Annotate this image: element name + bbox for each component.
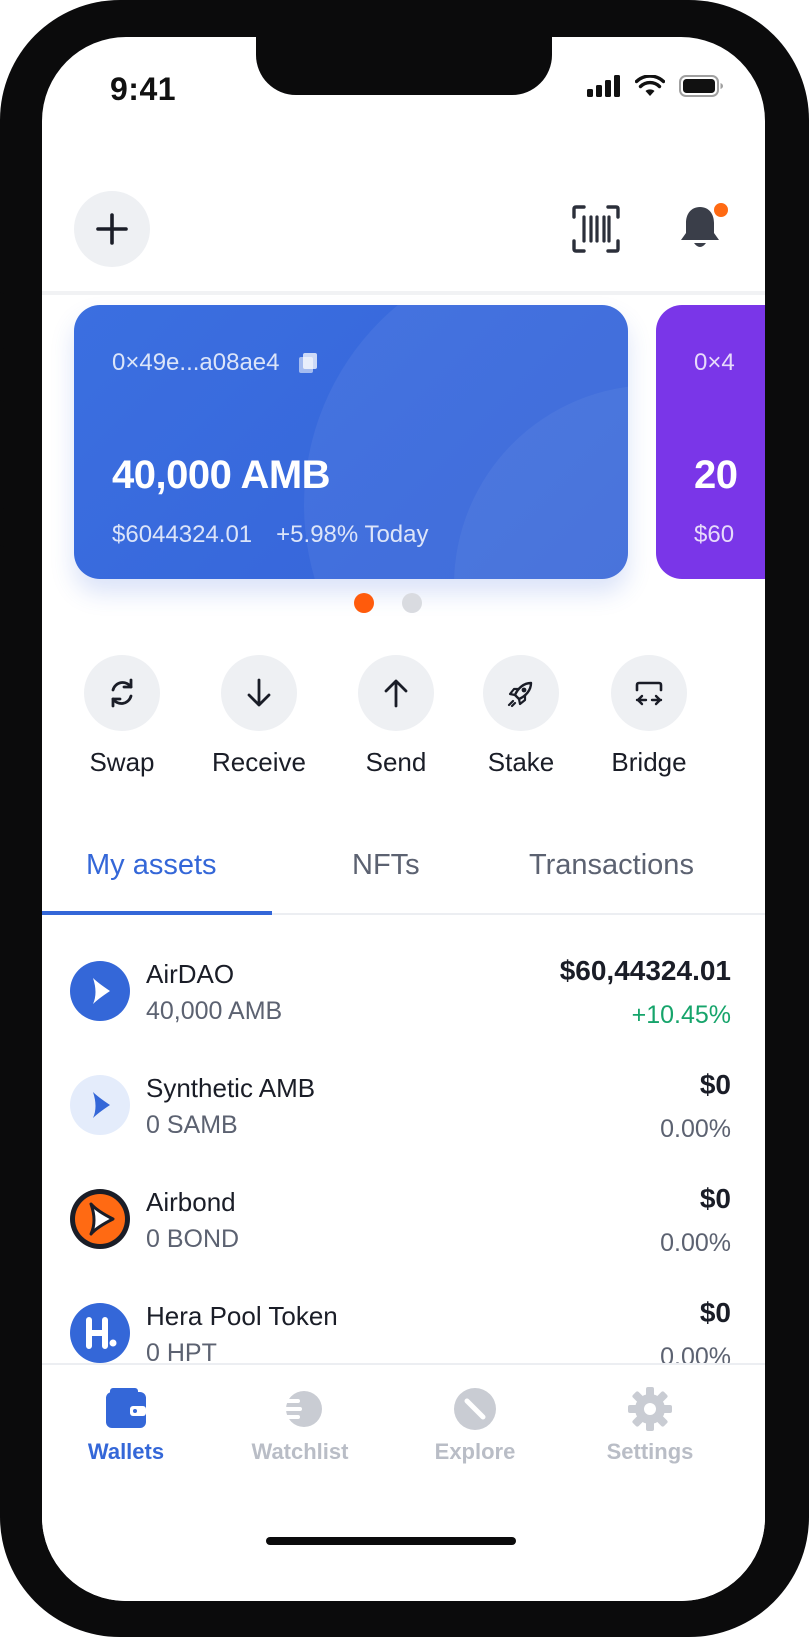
airbond-icon — [70, 1189, 130, 1249]
asset-value: $0 — [699, 1183, 731, 1214]
plus-icon — [96, 213, 128, 245]
nav-explore[interactable]: Explore — [405, 1385, 545, 1465]
tab-transactions[interactable]: Transactions — [529, 849, 694, 882]
wallet-usd-value: $6044324.01 — [112, 521, 253, 548]
send-label: Send — [365, 747, 427, 777]
asset-name: Hera Pool Token — [146, 1301, 338, 1331]
asset-name: Synthetic AMB — [146, 1073, 316, 1103]
carousel-dot-active[interactable] — [354, 593, 374, 613]
asset-value: $0 — [699, 1297, 731, 1328]
wallet-usd-value: $60 — [694, 521, 735, 548]
stake-button[interactable]: Stake — [461, 655, 581, 778]
header — [42, 145, 765, 295]
status-icons — [587, 75, 725, 97]
wallet-balance: 20 — [694, 453, 738, 497]
bridge-label: Bridge — [611, 747, 687, 777]
bridge-icon — [635, 681, 663, 706]
swap-button[interactable]: Swap — [62, 655, 182, 778]
send-button[interactable]: Send — [336, 655, 456, 778]
scan-button[interactable] — [570, 203, 622, 255]
explore-icon — [451, 1385, 499, 1433]
rocket-icon — [507, 681, 533, 708]
asset-row[interactable]: AirDAO 40,000 AMB $60,44324.01 +10.45% — [42, 949, 765, 1059]
signal-icon — [587, 75, 620, 97]
wallet-card-second[interactable]: 0×4 20 $60 — [656, 305, 765, 579]
wallet-sub: $60 — [694, 521, 734, 549]
screen: 9:41 0×49e...a08ae4 40,000 AMB $6044324.… — [42, 37, 765, 1601]
nav-explore-label: Explore — [434, 1439, 516, 1464]
carousel-dots — [354, 593, 422, 613]
stake-label: Stake — [487, 747, 555, 777]
nav-watchlist-label: Watchlist — [251, 1439, 349, 1464]
nav-wallets-label: Wallets — [87, 1439, 165, 1464]
wifi-icon — [635, 75, 665, 96]
asset-value: $0 — [699, 1069, 731, 1100]
silent-switch — [0, 292, 4, 350]
wallet-icon — [102, 1385, 150, 1433]
nav-settings-label: Settings — [606, 1439, 694, 1464]
nav-settings[interactable]: Settings — [580, 1385, 720, 1465]
notch — [256, 37, 552, 95]
asset-tabs: My assets NFTs Transactions — [42, 845, 765, 915]
phone-frame: 9:41 0×49e...a08ae4 40,000 AMB $6044324.… — [0, 0, 809, 1637]
asset-change: 0.00% — [660, 1229, 731, 1257]
swap-label: Swap — [89, 747, 155, 777]
bottom-nav: Wallets Watchlist Explore Settings — [42, 1363, 765, 1601]
swap-icon — [111, 678, 133, 708]
airdao-icon — [70, 961, 130, 1021]
volume-up-button — [0, 400, 4, 510]
asset-amount: 0 BOND — [146, 1225, 240, 1253]
asset-amount: 40,000 AMB — [146, 997, 283, 1025]
battery-icon — [679, 75, 723, 97]
bridge-button[interactable]: Bridge — [589, 655, 709, 778]
wallet-card[interactable]: 0×49e...a08ae4 40,000 AMB $6044324.01 +5… — [74, 305, 628, 579]
receive-button[interactable]: Receive — [199, 655, 319, 778]
watchlist-icon — [276, 1385, 324, 1433]
swap-circle — [84, 655, 160, 731]
hera-pool-icon — [70, 1303, 130, 1363]
receive-label: Receive — [212, 747, 306, 777]
asset-change: +10.45% — [631, 1001, 731, 1029]
copy-icon[interactable] — [298, 352, 318, 374]
add-wallet-button[interactable] — [74, 191, 150, 267]
wallet-change: +5.98% Today — [276, 521, 429, 548]
asset-name: AirDAO — [146, 959, 235, 989]
tab-my-assets[interactable]: My assets — [86, 849, 217, 882]
home-indicator[interactable] — [266, 1537, 516, 1545]
stake-circle — [483, 655, 559, 731]
wallet-balance: 40,000 AMB — [112, 453, 331, 497]
barcode-scan-icon — [572, 205, 620, 253]
receive-circle — [221, 655, 297, 731]
asset-name: Airbond — [146, 1187, 236, 1217]
volume-down-button — [0, 545, 4, 655]
wallet-address-text: 0×49e...a08ae4 — [112, 349, 280, 376]
notification-badge — [712, 201, 730, 219]
gear-icon — [626, 1385, 674, 1433]
send-circle — [358, 655, 434, 731]
active-tab-indicator — [42, 911, 272, 915]
nav-watchlist[interactable]: Watchlist — [230, 1385, 370, 1465]
status-time: 9:41 — [110, 71, 177, 107]
asset-amount: 0 SAMB — [146, 1111, 238, 1139]
wallet-address-text: 0×4 — [694, 349, 735, 376]
power-button — [805, 430, 809, 600]
asset-value: $60,44324.01 — [559, 955, 731, 986]
notifications-button[interactable] — [678, 201, 730, 253]
carousel-dot[interactable] — [402, 593, 422, 613]
asset-row[interactable]: Airbond 0 BOND $0 0.00% — [42, 1177, 765, 1287]
asset-row[interactable]: Synthetic AMB 0 SAMB $0 0.00% — [42, 1063, 765, 1173]
wallet-address: 0×4 — [694, 349, 735, 377]
synthetic-amb-icon — [70, 1075, 130, 1135]
wallet-sub: $6044324.01 +5.98% Today — [112, 521, 429, 549]
bridge-circle — [611, 655, 687, 731]
wallet-address: 0×49e...a08ae4 — [112, 349, 318, 377]
nav-wallets[interactable]: Wallets — [56, 1385, 196, 1465]
tab-nfts[interactable]: NFTs — [352, 849, 420, 882]
arrow-down-icon — [247, 678, 271, 707]
arrow-up-icon — [384, 679, 408, 708]
asset-change: 0.00% — [660, 1115, 731, 1143]
